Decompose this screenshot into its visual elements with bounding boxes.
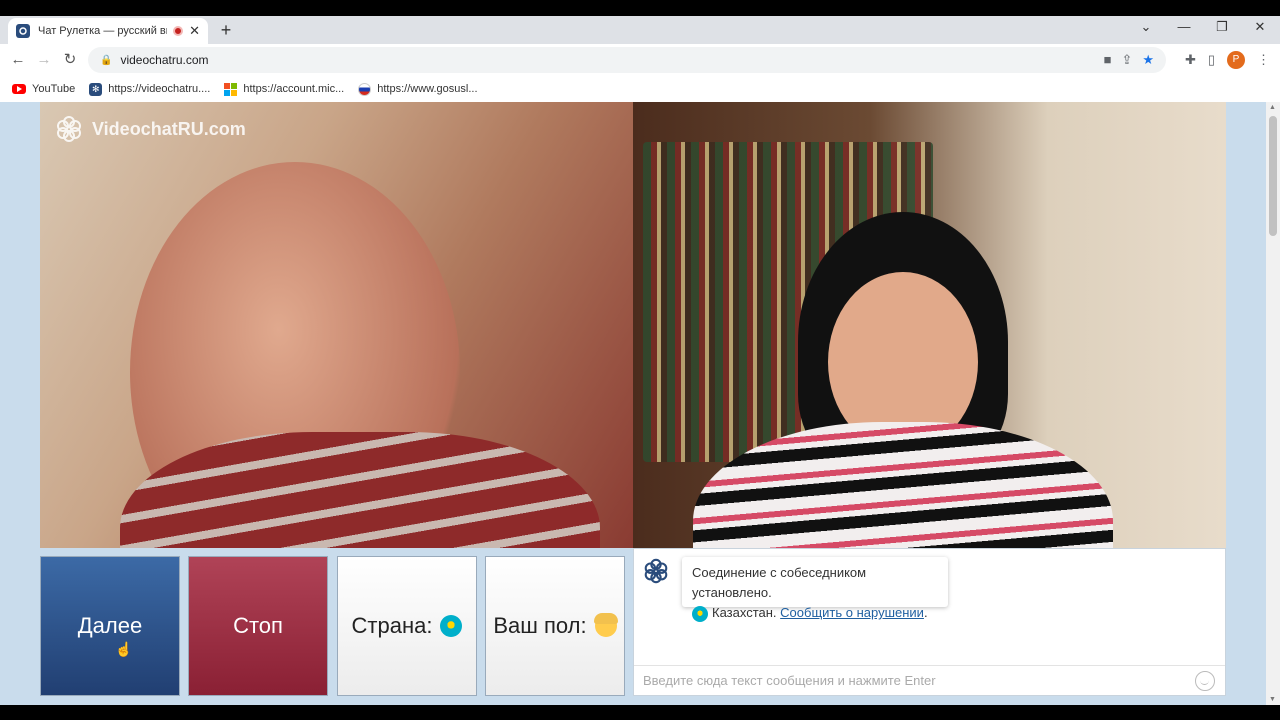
- page-content: VideochatRU.com Далее ☝ Стоп Страна: Ваш…: [0, 102, 1280, 705]
- girl-emoji-icon: [593, 613, 618, 637]
- videochat-favicon-icon: [16, 24, 30, 38]
- remote-video: [633, 102, 1226, 548]
- bookmark-videochat[interactable]: ✻ https://videochatru....: [89, 82, 211, 96]
- videochat-icon: ✻: [89, 82, 103, 96]
- logo-flower-icon: [57, 116, 81, 142]
- bookmark-star-icon[interactable]: ★: [1142, 52, 1154, 68]
- local-video: VideochatRU.com: [40, 102, 633, 548]
- scroll-up-icon[interactable]: ▲: [1269, 104, 1276, 111]
- report-period: .: [923, 605, 928, 620]
- tab-close-icon[interactable]: ✕: [189, 23, 200, 39]
- recording-indicator-icon: [173, 26, 184, 36]
- kazakhstan-flag-icon: [692, 605, 708, 622]
- message-input[interactable]: [643, 673, 1195, 688]
- gender-button-label: Ваш пол:: [493, 613, 587, 638]
- share-icon[interactable]: ⇪: [1121, 52, 1132, 68]
- close-window-icon[interactable]: ✕: [1248, 19, 1272, 35]
- menu-icon[interactable]: ⋮: [1257, 52, 1270, 68]
- chat-panel: Соединение с собеседником установлено. К…: [633, 548, 1226, 696]
- bookmark-label: https://www.gosusl...: [377, 83, 478, 95]
- bookmarks-bar: YouTube ✻ https://videochatru.... https:…: [0, 76, 1280, 102]
- camera-icon[interactable]: ■: [1104, 52, 1112, 68]
- bookmark-label: https://videochatru....: [108, 83, 211, 95]
- country-line: Казахстан. Сообщить о нарушении.: [692, 603, 938, 623]
- address-row: ← → ↻ 🔒 videochatru.com ■ ⇪ ★ ✚ ▯ P ⋮: [0, 44, 1280, 76]
- youtube-icon: [12, 84, 26, 94]
- browser-chrome: Чат Рулетка — русский вид ✕ + ⌄ — ❐ ✕ ← …: [0, 16, 1280, 102]
- profile-avatar[interactable]: P: [1227, 51, 1245, 69]
- active-tab[interactable]: Чат Рулетка — русский вид ✕: [8, 18, 208, 44]
- page-scrollbar[interactable]: ▲ ▼: [1266, 102, 1280, 705]
- side-panel-icon[interactable]: ▯: [1208, 52, 1215, 68]
- system-message-bubble: Соединение с собеседником установлено. К…: [682, 557, 948, 622]
- system-logo-icon: [644, 558, 668, 584]
- bookmark-youtube[interactable]: YouTube: [12, 83, 75, 95]
- bookmark-gosuslugi[interactable]: https://www.gosusl...: [358, 82, 478, 96]
- site-logo: VideochatRU.com: [54, 114, 246, 144]
- gosuslugi-icon: [358, 82, 372, 96]
- reload-icon[interactable]: ↻: [60, 50, 80, 70]
- top-black-bar: [0, 0, 1280, 16]
- forward-icon[interactable]: →: [34, 50, 54, 70]
- gender-button[interactable]: Ваш пол:: [485, 556, 625, 696]
- connection-message: Соединение с собеседником установлено.: [692, 565, 867, 600]
- country-button-label: Страна:: [351, 613, 433, 638]
- report-link[interactable]: Сообщить о нарушении: [780, 605, 924, 620]
- tab-search-icon[interactable]: ⌄: [1134, 19, 1158, 35]
- tab-title: Чат Рулетка — русский вид: [38, 25, 168, 37]
- bookmark-label: https://account.mic...: [243, 83, 345, 95]
- scroll-down-icon[interactable]: ▼: [1269, 696, 1276, 703]
- partner-country: Казахстан.: [712, 605, 777, 620]
- next-button[interactable]: Далее ☝: [40, 556, 180, 696]
- stop-button-label: Стоп: [233, 613, 283, 638]
- stop-button[interactable]: Стоп: [188, 556, 328, 696]
- bookmark-microsoft[interactable]: https://account.mic...: [224, 82, 345, 96]
- back-icon[interactable]: ←: [8, 50, 28, 70]
- next-button-label: Далее: [77, 613, 143, 638]
- tab-strip: Чат Рулетка — русский вид ✕ + ⌄ — ❐ ✕: [0, 16, 1280, 44]
- bottom-black-bar: [0, 705, 1280, 720]
- url-text: videochatru.com: [120, 53, 209, 67]
- restore-icon[interactable]: ❐: [1210, 19, 1234, 35]
- extensions-icon[interactable]: ✚: [1185, 52, 1196, 68]
- bookmark-label: YouTube: [32, 83, 76, 95]
- scrollbar-thumb[interactable]: [1269, 116, 1277, 236]
- message-input-row: [634, 665, 1225, 695]
- country-button[interactable]: Страна:: [337, 556, 477, 696]
- logo-text: VideochatRU.com: [92, 118, 246, 139]
- address-bar[interactable]: 🔒 videochatru.com ■ ⇪ ★: [88, 47, 1166, 73]
- emoji-picker-icon[interactable]: [1195, 670, 1215, 691]
- hand-cursor-icon: ☝: [115, 641, 133, 657]
- new-tab-button[interactable]: +: [216, 20, 236, 41]
- microsoft-icon: [224, 82, 238, 96]
- lock-icon: 🔒: [100, 54, 113, 66]
- minimize-icon[interactable]: —: [1172, 19, 1196, 34]
- kazakhstan-flag-icon: [440, 615, 463, 637]
